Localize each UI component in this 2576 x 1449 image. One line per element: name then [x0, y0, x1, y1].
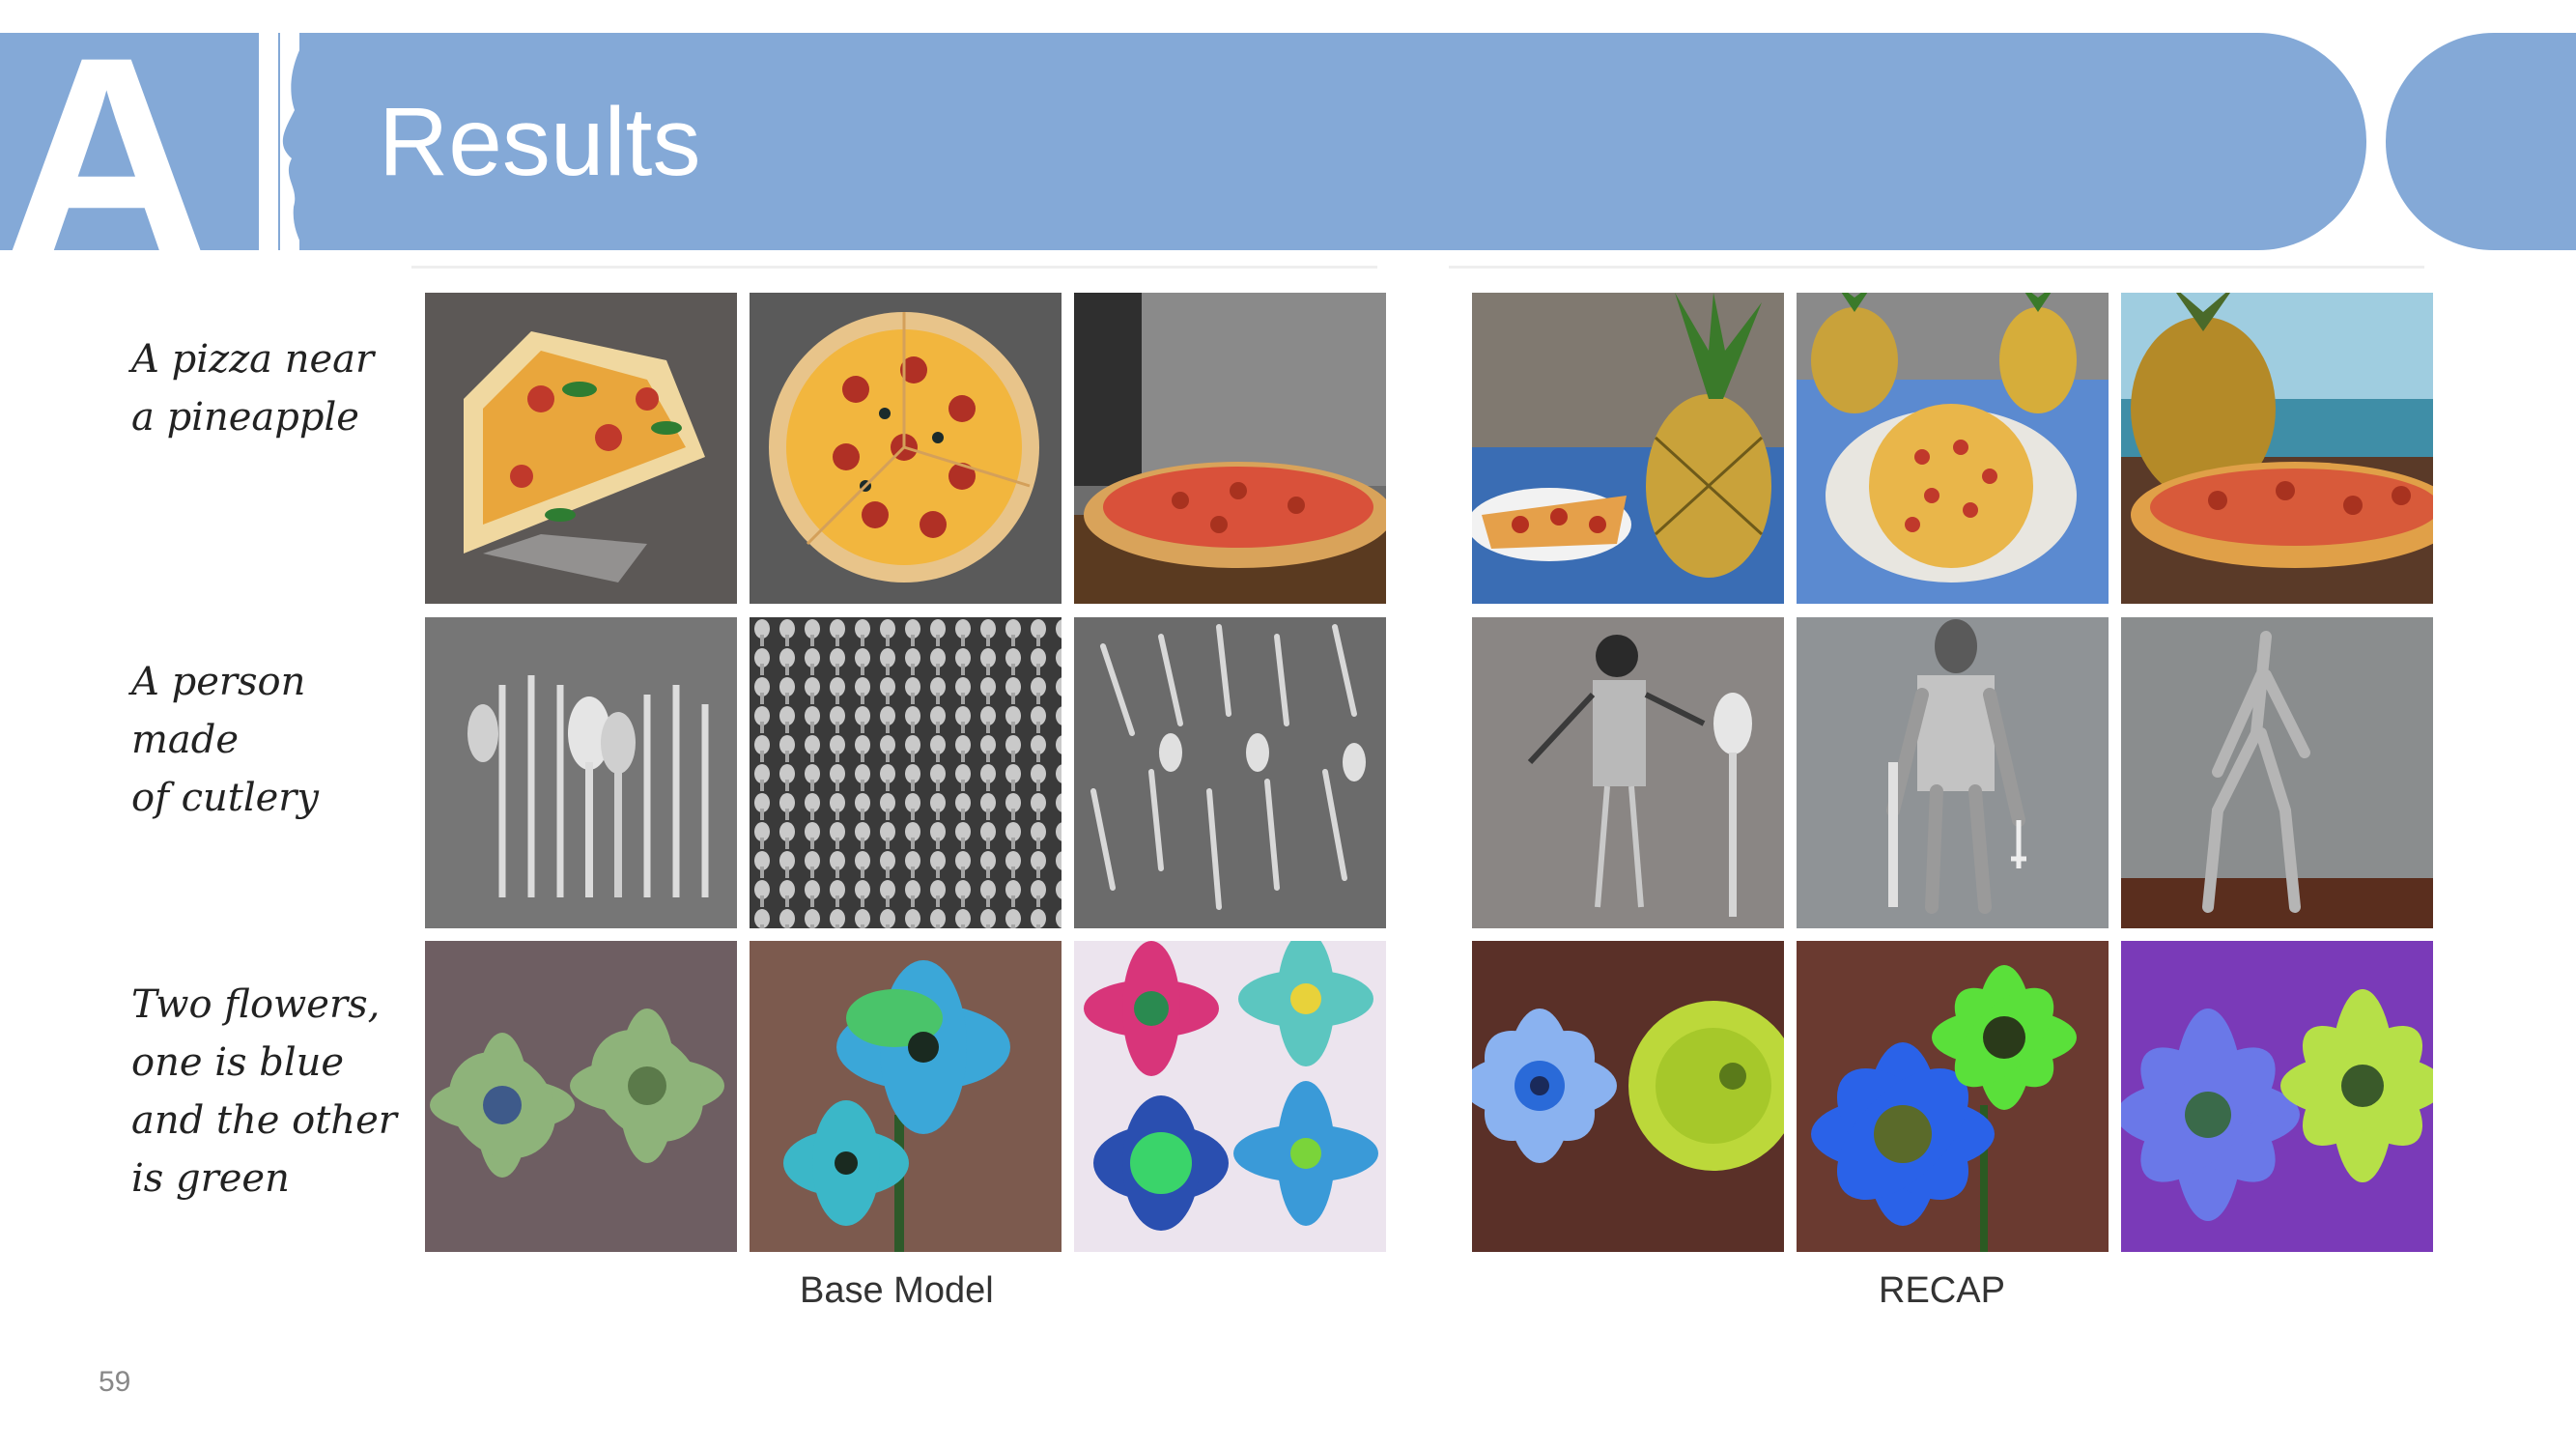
recap-flowers-2-image — [1797, 941, 2109, 1252]
base-cutlery-2-image — [750, 617, 1062, 928]
base-model-caption: Base Model — [800, 1270, 994, 1311]
recap-flowers-3-image — [2121, 941, 2433, 1252]
grid-top-divider-left — [411, 266, 1377, 269]
logo-letter-i — [259, 33, 278, 250]
base-pizza-2-image — [750, 293, 1062, 604]
recap-cutlery-3-image — [2121, 617, 2433, 928]
recap-cutlery-1-image — [1472, 617, 1784, 928]
base-flowers-3-image — [1074, 941, 1386, 1252]
logo-letter-a: A — [2, 33, 212, 250]
page-number: 59 — [99, 1366, 131, 1398]
base-pizza-1-image — [425, 293, 737, 604]
prompt-flowers: Two flowers, one is blue and the other i… — [131, 982, 397, 1201]
base-flowers-1-image — [425, 941, 737, 1252]
banner-end-shape — [2386, 33, 2576, 250]
prompt-pizza: A pizza near a pineapple — [131, 337, 375, 440]
base-flowers-2-image — [750, 941, 1062, 1252]
grid-top-divider-right — [1449, 266, 2424, 269]
recap-cutlery-2-image — [1797, 617, 2109, 928]
base-pizza-3-image — [1074, 293, 1386, 604]
slide-title: Results — [379, 88, 701, 196]
recap-flowers-1-image — [1472, 941, 1784, 1252]
base-cutlery-3-image — [1074, 617, 1386, 928]
recap-pizza-2-image — [1797, 293, 2109, 604]
recap-pizza-1-image — [1472, 293, 1784, 604]
base-cutlery-1-image — [425, 617, 737, 928]
recap-caption: RECAP — [1879, 1270, 2005, 1311]
recap-pizza-3-image — [2121, 293, 2433, 604]
prompt-cutlery: A person made of cutlery — [131, 660, 320, 820]
ai-logo: A — [0, 33, 319, 250]
